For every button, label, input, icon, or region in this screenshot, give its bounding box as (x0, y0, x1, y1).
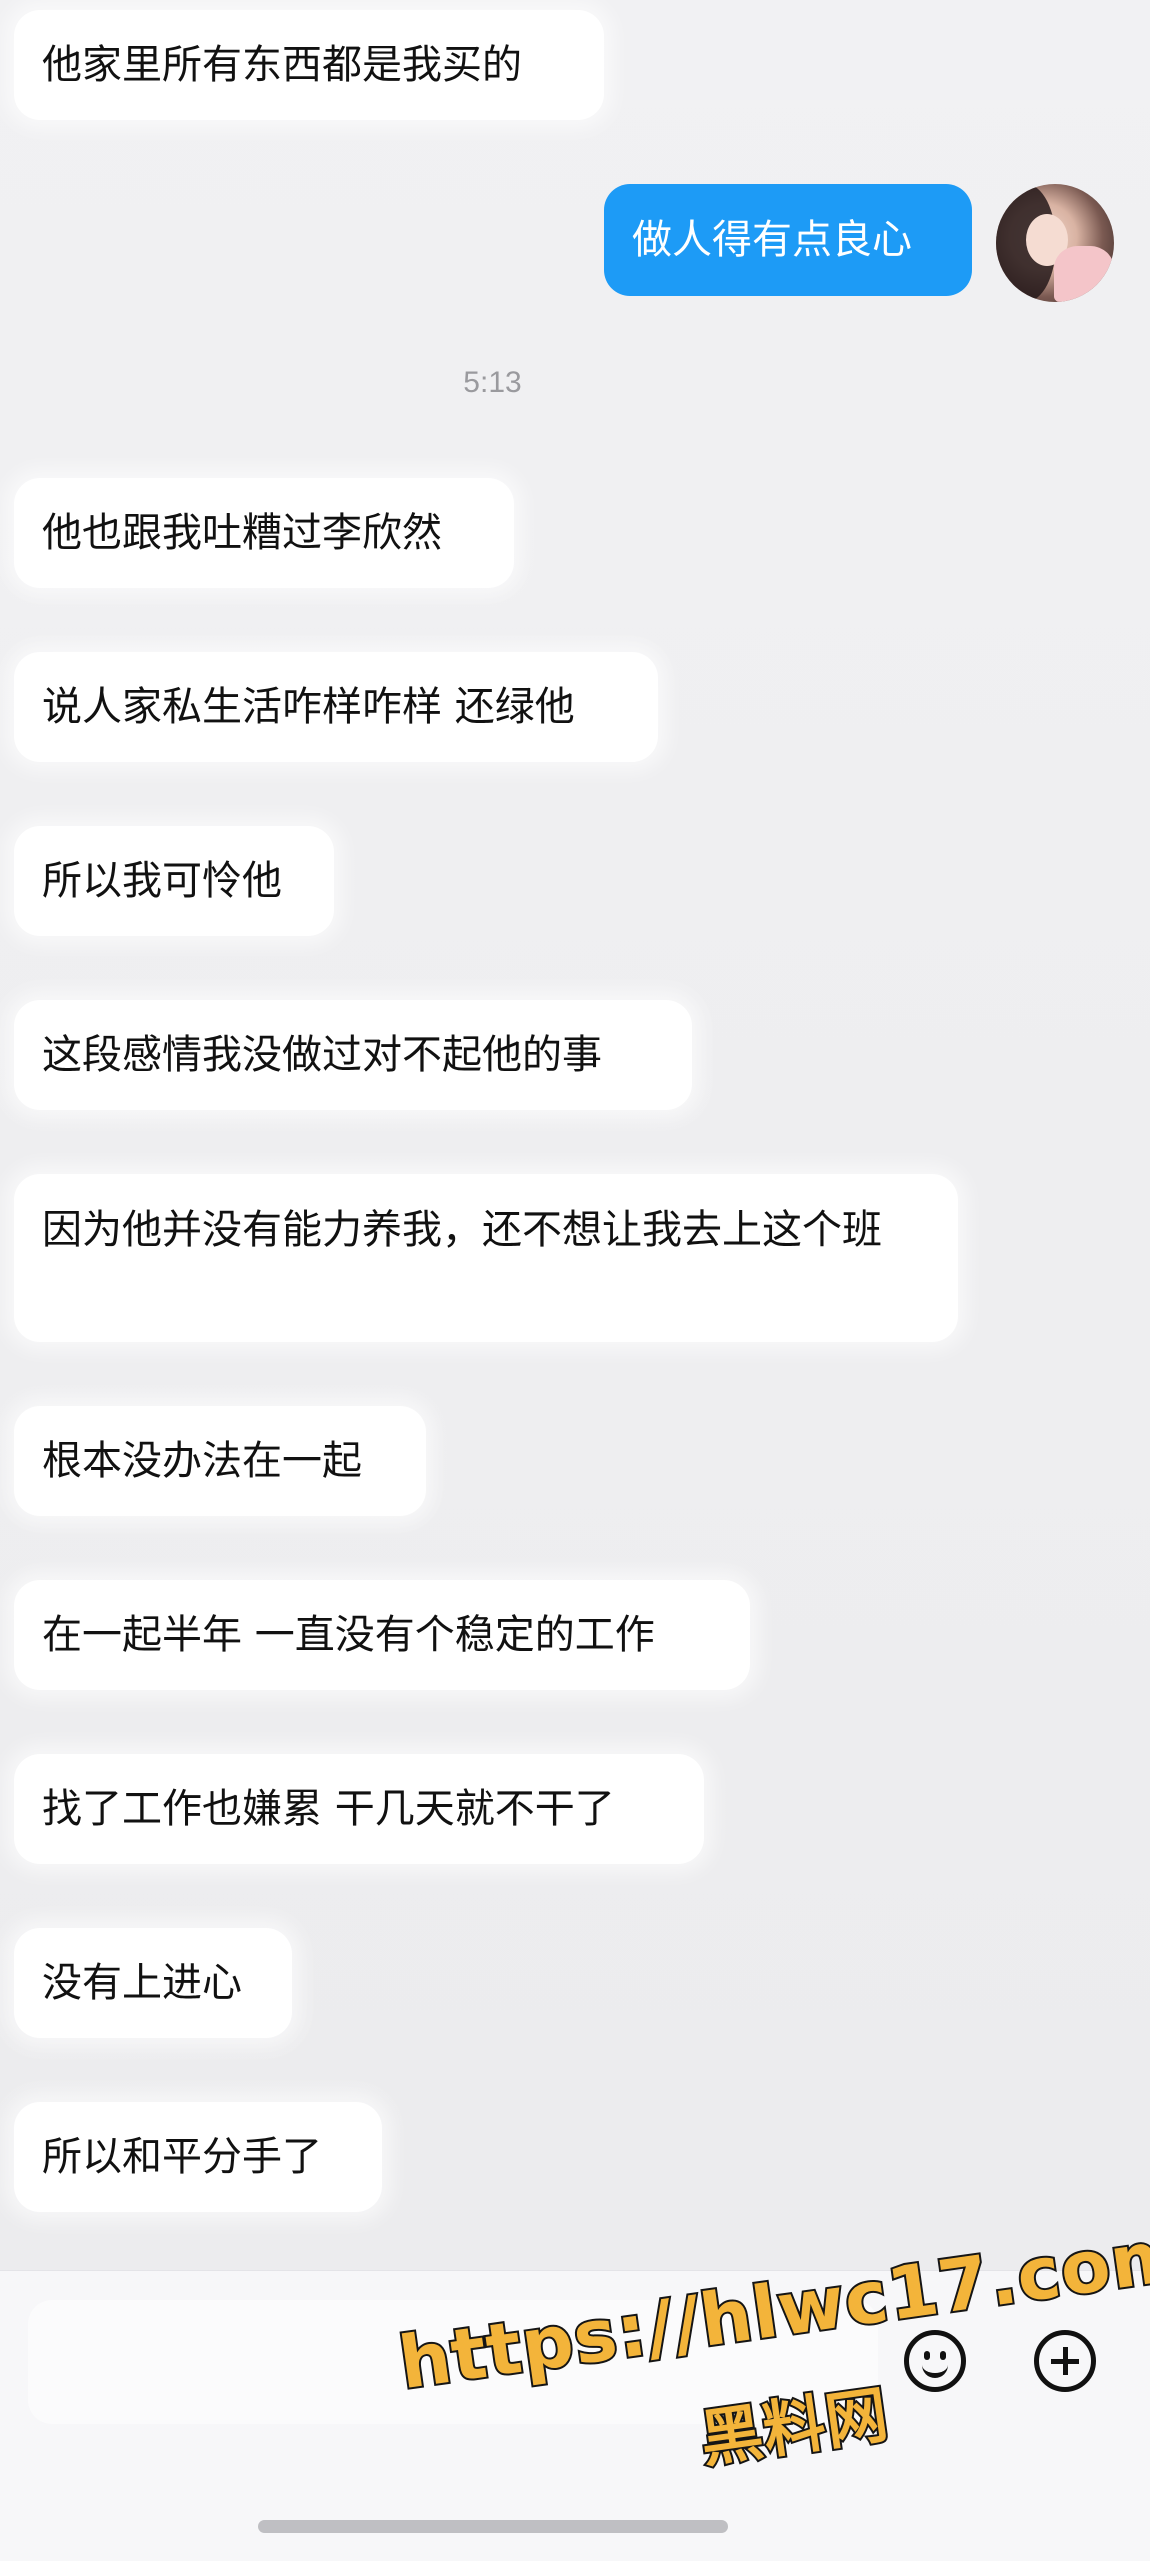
message-text: 所以和平分手了 (42, 2134, 322, 2180)
plus-circle-icon[interactable] (1034, 2330, 1096, 2392)
message-text: 所以我可怜他 (42, 858, 282, 904)
message-text: 根本没办法在一起 (42, 1438, 362, 1484)
message-text: 因为他并没有能力养我，还不想让我去上这个班 (42, 1207, 882, 1253)
message-text: 没有上进心 (42, 1960, 242, 2006)
message-bubble-received[interactable]: 所以和平分手了 (14, 2102, 382, 2212)
message-text: 他家里所有东西都是我买的 (42, 42, 522, 88)
message-bubble-sent[interactable]: 做人得有点良心 (604, 184, 972, 296)
message-text: 找了工作也嫌累 干几天就不干了 (42, 1786, 615, 1832)
message-text: 在一起半年 一直没有个稳定的工作 (42, 1612, 655, 1658)
message-bubble-received[interactable]: 在一起半年 一直没有个稳定的工作 (14, 1580, 750, 1690)
home-indicator[interactable] (258, 2520, 728, 2533)
chat-area: 他家里所有东西都是我买的 做人得有点良心 5:13 他也跟我吐糟过李欣然 说人家… (0, 0, 1150, 2270)
message-timestamp: 5:13 (463, 366, 522, 399)
message-bubble-received[interactable]: 说人家私生活咋样咋样 还绿他 (14, 652, 658, 762)
message-bubble-received[interactable]: 所以我可怜他 (14, 826, 334, 936)
message-bubble-received[interactable]: 他家里所有东西都是我买的 (14, 10, 604, 120)
message-bubble-received[interactable]: 根本没办法在一起 (14, 1406, 426, 1516)
message-bubble-received[interactable]: 找了工作也嫌累 干几天就不干了 (14, 1754, 704, 1864)
message-text: 他也跟我吐糟过李欣然 (42, 510, 442, 556)
message-bubble-received[interactable]: 他也跟我吐糟过李欣然 (14, 478, 514, 588)
message-bubble-received[interactable]: 这段感情我没做过对不起他的事 (14, 1000, 692, 1110)
message-text: 做人得有点良心 (632, 217, 912, 263)
message-text: 这段感情我没做过对不起他的事 (42, 1032, 602, 1078)
message-text: 说人家私生活咋样咋样 还绿他 (42, 684, 575, 730)
smiley-icon[interactable] (904, 2330, 966, 2392)
message-bubble-received[interactable]: 没有上进心 (14, 1928, 292, 2038)
message-bubble-received[interactable]: 因为他并没有能力养我，还不想让我去上这个班 (14, 1174, 958, 1342)
user-avatar[interactable] (996, 184, 1114, 302)
